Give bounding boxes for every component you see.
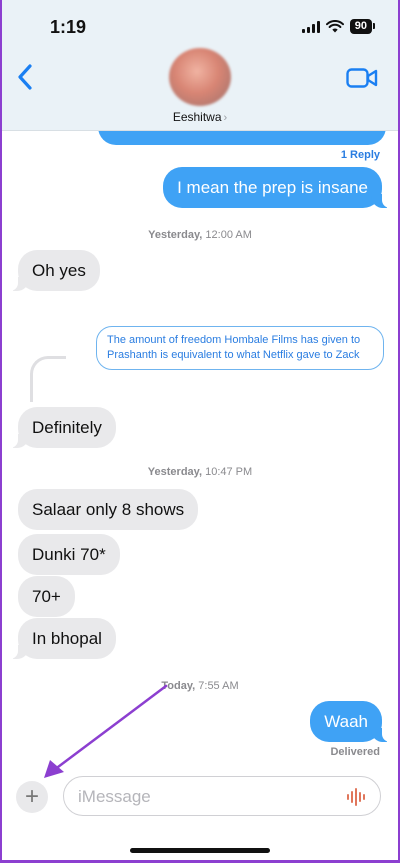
contact-name[interactable]: Eeshitwa › [0,110,400,124]
timestamp-time: 10:47 PM [205,466,253,478]
message-text: Dunki 70* [32,545,106,564]
wifi-icon [325,20,344,33]
status-time: 1:19 [50,17,87,37]
message-bubble-incoming[interactable]: Salaar only 8 shows [18,489,199,530]
reply-count-link[interactable]: 1 Reply [341,149,380,161]
message-text: I mean the prep is insane [177,178,368,197]
message-bubble-outgoing[interactable]: I mean the prep is insane [163,167,392,208]
timestamp-day: Yesterday, [148,229,203,241]
message-bubble-incoming[interactable]: Definitely [8,407,116,448]
conversation-header: 1:19 90 Eeshitwa › [0,0,400,131]
timestamp-day: Yesterday, [147,466,203,478]
message-text: In bhopal [32,629,102,648]
chevron-right-icon: › [223,112,228,124]
plus-icon: + [24,783,39,810]
quoted-reply-message[interactable]: The amount of freedom Hombale Films has … [96,326,384,370]
timestamp: Yesterday, 12:00 AM [0,229,400,241]
reply-thread-connector [30,356,66,402]
delivered-status: Delivered [330,746,380,758]
add-attachment-button[interactable]: + [16,781,48,813]
message-text: 70+ [32,587,61,606]
timestamp: Yesterday, 10:47 PM [0,466,400,478]
message-bubble-incoming[interactable]: 70+ [18,576,75,617]
message-bubble-incoming[interactable]: Oh yes [8,250,100,291]
video-camera-icon[interactable] [346,67,378,89]
avatar[interactable] [169,48,231,106]
timestamp-time: 12:00 AM [205,229,252,241]
message-text: Waah [324,712,368,731]
battery-icon: 90 [349,19,376,34]
timestamp-time: 7:55 AM [198,680,239,692]
audio-waveform-icon[interactable] [346,787,368,807]
contact-name-label: Eeshitwa [172,110,222,124]
message-bubble-outgoing[interactable]: Waah [310,701,392,742]
home-indicator[interactable] [130,848,270,853]
message-text: Definitely [32,418,102,437]
message-text: Oh yes [32,261,86,280]
arrow-icon [44,684,168,778]
status-icons: 90 [301,19,376,34]
chevron-left-icon[interactable] [14,62,38,92]
message-bubble-incoming[interactable]: In bhopal [8,618,116,659]
message-input[interactable] [78,785,338,809]
message-bubble-incoming[interactable]: Dunki 70* [18,534,120,575]
message-text: Salaar only 8 shows [32,500,185,519]
cellular-signal-icon [301,20,320,33]
